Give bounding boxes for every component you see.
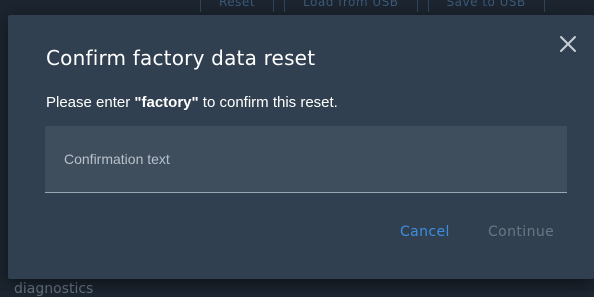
background-toolbar: Reset Load from USB Save to USB xyxy=(200,0,545,12)
continue-button[interactable]: Continue xyxy=(488,224,554,240)
reset-button: Reset xyxy=(200,0,275,12)
dialog-actions: Cancel Continue xyxy=(8,224,594,248)
dialog-title: Confirm factory data reset xyxy=(46,46,316,70)
cancel-button[interactable]: Cancel xyxy=(400,224,450,240)
message-suffix: to confirm this reset. xyxy=(198,94,338,111)
background-section-label: diagnostics xyxy=(14,281,94,297)
close-icon xyxy=(560,36,576,52)
confirm-reset-dialog: Confirm factory data reset Please enter … xyxy=(8,15,594,279)
dialog-message: Please enter "factory" to confirm this r… xyxy=(46,94,338,111)
confirmation-text-input[interactable] xyxy=(45,126,567,192)
load-from-usb-button: Load from USB xyxy=(284,0,418,12)
message-keyword: "factory" xyxy=(134,94,199,111)
message-prefix: Please enter xyxy=(46,94,135,111)
confirmation-field[interactable] xyxy=(45,126,567,193)
save-to-usb-button: Save to USB xyxy=(427,0,545,12)
close-button[interactable] xyxy=(557,33,579,55)
